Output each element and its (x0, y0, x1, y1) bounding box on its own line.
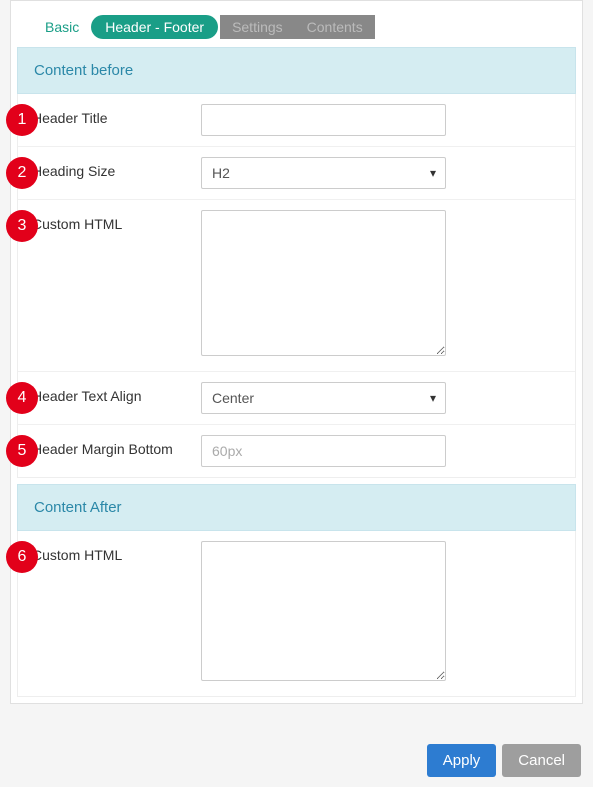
form-before: 1 Header Title 2 Heading Size H2 3 Custo… (17, 94, 576, 478)
footer-actions: Apply Cancel (427, 744, 581, 777)
tab-basic[interactable]: Basic (33, 15, 91, 39)
select-heading-size[interactable]: H2 (201, 157, 446, 189)
section-header-after: Content After (17, 484, 576, 531)
row-heading-size: 2 Heading Size H2 (18, 147, 575, 200)
input-header-title[interactable] (201, 104, 446, 136)
label-header-text-align: Header Text Align (26, 382, 201, 404)
apply-button[interactable]: Apply (427, 744, 497, 777)
badge-2: 2 (6, 157, 38, 189)
textarea-custom-html-after[interactable] (201, 541, 446, 681)
textarea-custom-html-before[interactable] (201, 210, 446, 356)
section-header-before: Content before (17, 47, 576, 94)
row-header-margin-bottom: 5 Header Margin Bottom (18, 425, 575, 477)
row-header-text-align: 4 Header Text Align Center (18, 372, 575, 425)
badge-3: 3 (6, 210, 38, 242)
settings-panel: Basic Header - Footer Settings Contents … (10, 0, 583, 704)
label-heading-size: Heading Size (26, 157, 201, 179)
tab-header-footer[interactable]: Header - Footer (91, 15, 218, 39)
disabled-tabs-group: Settings Contents (220, 15, 375, 39)
row-custom-html-after: 6 Custom HTML (18, 531, 575, 696)
form-after: 6 Custom HTML (17, 531, 576, 697)
label-custom-html-before: Custom HTML (26, 210, 201, 232)
tab-contents[interactable]: Contents (295, 15, 375, 39)
badge-5: 5 (6, 435, 38, 467)
tab-settings[interactable]: Settings (220, 15, 295, 39)
badge-6: 6 (6, 541, 38, 573)
row-custom-html-before: 3 Custom HTML (18, 200, 575, 372)
label-header-title: Header Title (26, 104, 201, 126)
tabs-bar: Basic Header - Footer Settings Contents (17, 7, 576, 47)
select-header-text-align[interactable]: Center (201, 382, 446, 414)
row-header-title: 1 Header Title (18, 94, 575, 147)
badge-4: 4 (6, 382, 38, 414)
badge-1: 1 (6, 104, 38, 136)
label-header-margin-bottom: Header Margin Bottom (26, 435, 201, 457)
label-custom-html-after: Custom HTML (26, 541, 201, 563)
cancel-button[interactable]: Cancel (502, 744, 581, 777)
input-header-margin-bottom[interactable] (201, 435, 446, 467)
